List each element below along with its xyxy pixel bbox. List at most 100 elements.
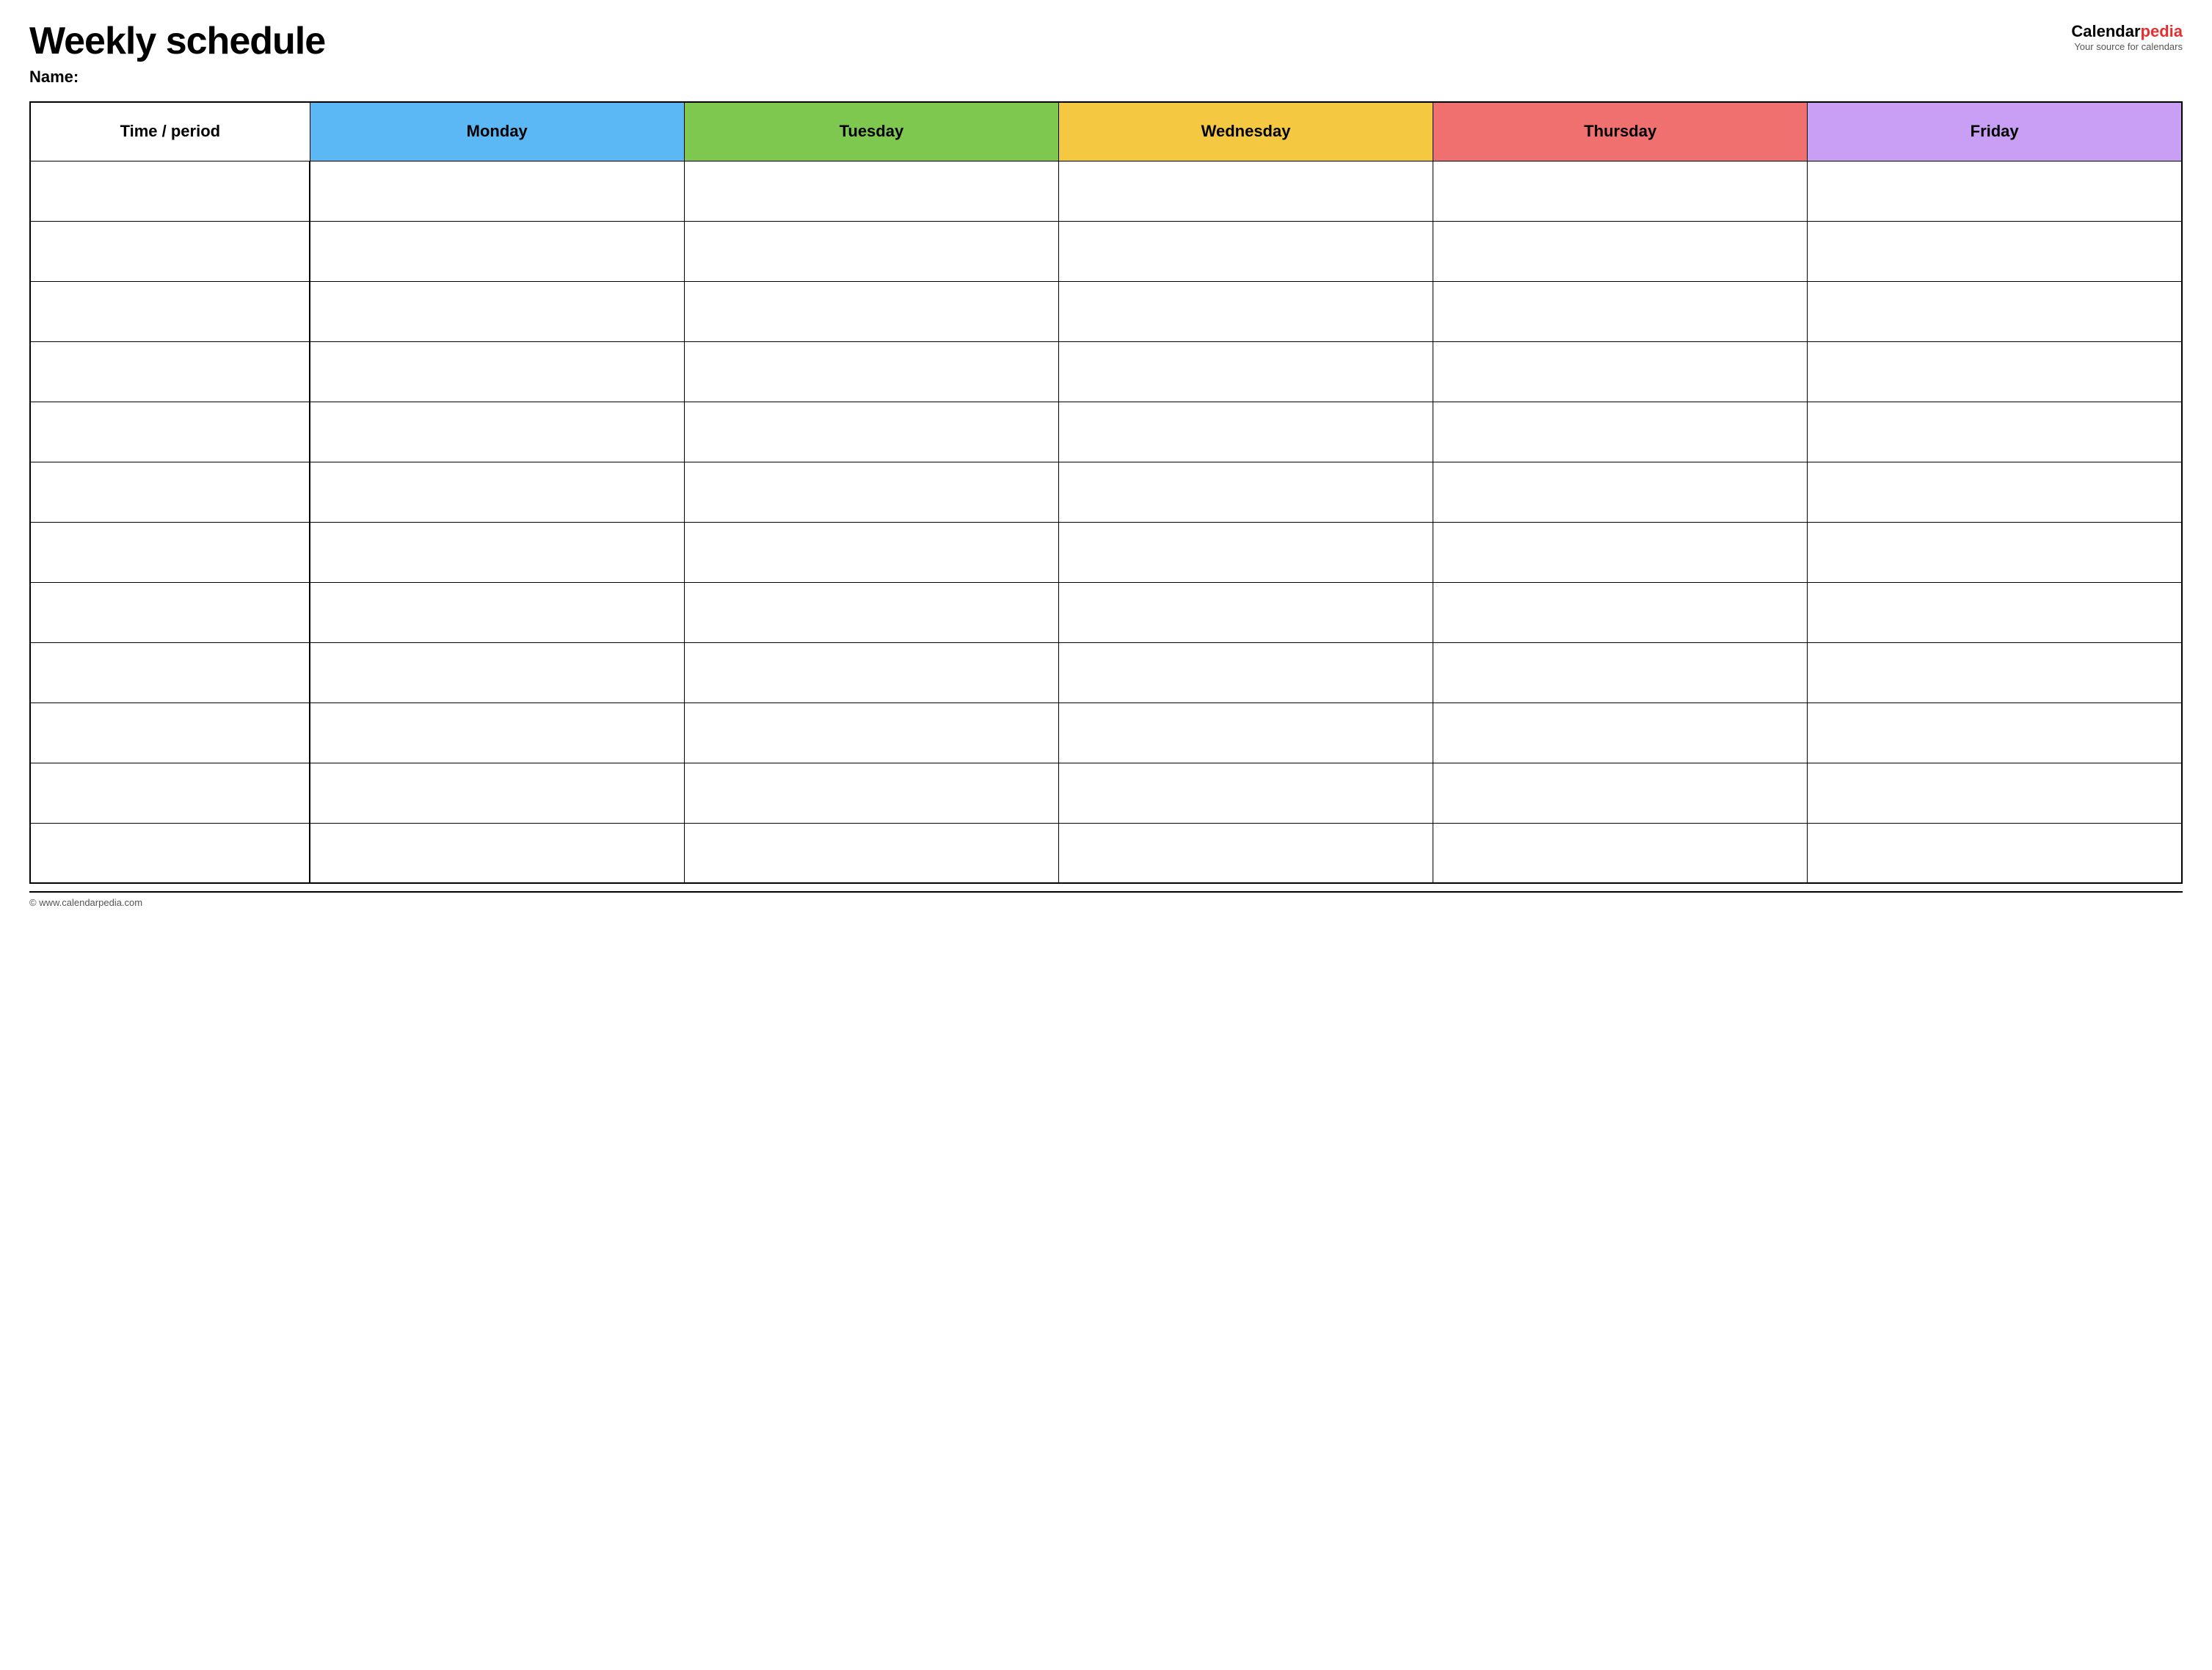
schedule-cell[interactable] [1058,341,1433,402]
schedule-cell[interactable] [1808,582,2182,642]
schedule-cell[interactable] [1808,642,2182,703]
schedule-cell[interactable] [310,221,684,281]
footer: © www.calendarpedia.com [29,891,2183,908]
table-row [30,221,2182,281]
footer-url: © www.calendarpedia.com [29,897,142,908]
schedule-cell[interactable] [1433,823,1808,883]
time-cell[interactable] [30,703,310,763]
time-cell[interactable] [30,281,310,341]
schedule-cell[interactable] [1433,462,1808,522]
col-header-thursday: Thursday [1433,102,1808,161]
schedule-cell[interactable] [1808,161,2182,221]
schedule-cell[interactable] [684,703,1058,763]
schedule-cell[interactable] [310,582,684,642]
schedule-cell[interactable] [684,582,1058,642]
schedule-cell[interactable] [684,823,1058,883]
schedule-cell[interactable] [1058,763,1433,823]
schedule-cell[interactable] [1433,402,1808,462]
table-row [30,642,2182,703]
col-header-monday: Monday [310,102,684,161]
schedule-cell[interactable] [310,402,684,462]
schedule-cell[interactable] [1808,522,2182,582]
schedule-cell[interactable] [1808,462,2182,522]
table-row [30,582,2182,642]
time-cell[interactable] [30,642,310,703]
schedule-cell[interactable] [310,161,684,221]
schedule-cell[interactable] [684,402,1058,462]
schedule-cell[interactable] [1433,703,1808,763]
col-header-tuesday: Tuesday [684,102,1058,161]
col-header-time: Time / period [30,102,310,161]
schedule-cell[interactable] [310,642,684,703]
schedule-cell[interactable] [1433,221,1808,281]
logo-tagline: Your source for calendars [2071,41,2183,53]
logo-calendar-text: Calendar [2071,22,2140,40]
schedule-cell[interactable] [1058,161,1433,221]
schedule-cell[interactable] [1058,462,1433,522]
schedule-cell[interactable] [1433,763,1808,823]
schedule-cell[interactable] [310,703,684,763]
time-cell[interactable] [30,823,310,883]
schedule-cell[interactable] [310,522,684,582]
schedule-cell[interactable] [1058,281,1433,341]
table-row [30,823,2182,883]
table-row [30,522,2182,582]
time-cell[interactable] [30,161,310,221]
table-row [30,402,2182,462]
schedule-cell[interactable] [684,522,1058,582]
schedule-cell[interactable] [1808,703,2182,763]
schedule-cell[interactable] [1058,221,1433,281]
schedule-cell[interactable] [1808,763,2182,823]
col-header-friday: Friday [1808,102,2182,161]
table-header-row: Time / period Monday Tuesday Wednesday T… [30,102,2182,161]
schedule-cell[interactable] [684,161,1058,221]
time-cell[interactable] [30,221,310,281]
schedule-cell[interactable] [310,341,684,402]
header-area: Weekly schedule Name: Calendarpedia Your… [29,22,2183,87]
table-row [30,462,2182,522]
time-cell[interactable] [30,402,310,462]
title-section: Weekly schedule Name: [29,22,325,87]
schedule-cell[interactable] [1433,582,1808,642]
schedule-cell[interactable] [1808,402,2182,462]
time-cell[interactable] [30,462,310,522]
schedule-cell[interactable] [1058,402,1433,462]
schedule-cell[interactable] [310,281,684,341]
schedule-cell[interactable] [1808,341,2182,402]
schedule-cell[interactable] [684,642,1058,703]
schedule-cell[interactable] [684,341,1058,402]
time-cell[interactable] [30,341,310,402]
time-cell[interactable] [30,582,310,642]
schedule-cell[interactable] [1433,642,1808,703]
schedule-cell[interactable] [1058,703,1433,763]
schedule-cell[interactable] [684,281,1058,341]
schedule-cell[interactable] [1433,161,1808,221]
table-row [30,281,2182,341]
schedule-cell[interactable] [1058,823,1433,883]
schedule-cell[interactable] [1808,823,2182,883]
logo-pedia-text: pedia [2141,22,2183,40]
schedule-cell[interactable] [684,763,1058,823]
schedule-cell[interactable] [310,462,684,522]
schedule-table: Time / period Monday Tuesday Wednesday T… [29,101,2183,884]
schedule-cell[interactable] [1058,582,1433,642]
schedule-cell[interactable] [1808,221,2182,281]
schedule-cell[interactable] [1433,281,1808,341]
schedule-cell[interactable] [684,221,1058,281]
schedule-cell[interactable] [1058,642,1433,703]
logo-area: Calendarpedia Your source for calendars [2071,22,2183,53]
col-header-wednesday: Wednesday [1058,102,1433,161]
schedule-cell[interactable] [1433,522,1808,582]
time-cell[interactable] [30,763,310,823]
table-row [30,763,2182,823]
schedule-cell[interactable] [310,823,684,883]
schedule-cell[interactable] [310,763,684,823]
schedule-cell[interactable] [684,462,1058,522]
time-cell[interactable] [30,522,310,582]
schedule-cell[interactable] [1808,281,2182,341]
name-label: Name: [29,68,325,87]
schedule-cell[interactable] [1058,522,1433,582]
schedule-cell[interactable] [1433,341,1808,402]
table-row [30,341,2182,402]
page-title: Weekly schedule [29,22,325,60]
